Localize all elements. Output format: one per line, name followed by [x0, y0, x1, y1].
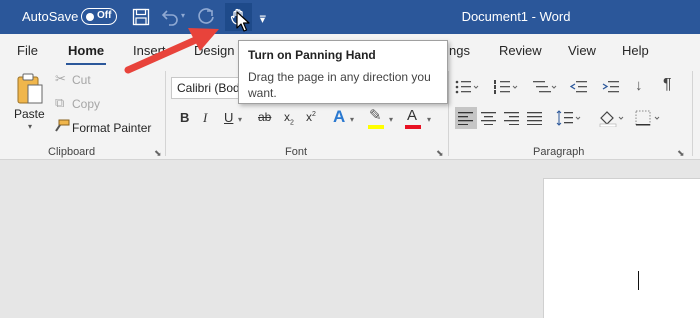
- annotation-arrow: [124, 28, 219, 74]
- mouse-pointer-icon: [236, 11, 250, 32]
